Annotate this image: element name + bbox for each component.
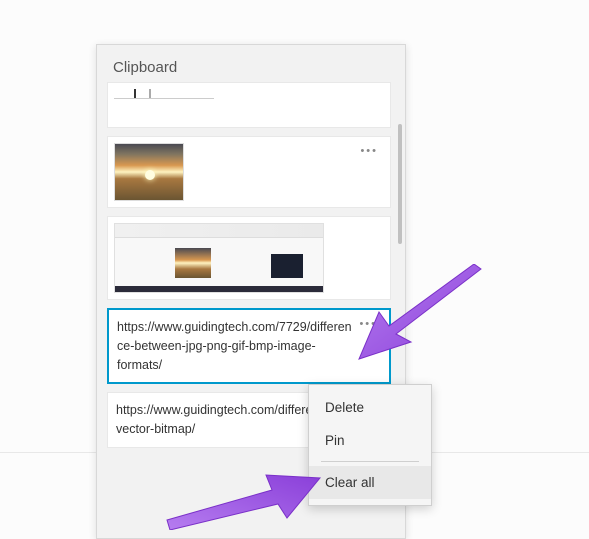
annotation-arrow bbox=[356, 264, 486, 364]
menu-item-delete[interactable]: Delete bbox=[309, 391, 431, 424]
annotation-arrow bbox=[162, 460, 322, 530]
clip-text: https://www.guidingtech.com/7729/differe… bbox=[117, 318, 381, 374]
clipboard-item[interactable]: ••• bbox=[107, 136, 391, 208]
menu-divider bbox=[321, 461, 419, 462]
clipboard-item[interactable] bbox=[107, 82, 391, 128]
context-menu: Delete Pin Clear all bbox=[308, 384, 432, 506]
clipboard-item[interactable] bbox=[107, 216, 391, 300]
clipboard-item-selected[interactable]: ••• https://www.guidingtech.com/7729/dif… bbox=[107, 308, 391, 384]
scrollbar-thumb[interactable] bbox=[398, 124, 402, 244]
thumbnail-image bbox=[114, 143, 184, 201]
menu-item-clear-all[interactable]: Clear all bbox=[309, 466, 431, 499]
more-icon[interactable]: ••• bbox=[356, 143, 382, 159]
thumbnail-image bbox=[114, 89, 214, 99]
menu-item-pin[interactable]: Pin bbox=[309, 424, 431, 457]
thumbnail-image bbox=[114, 223, 324, 293]
